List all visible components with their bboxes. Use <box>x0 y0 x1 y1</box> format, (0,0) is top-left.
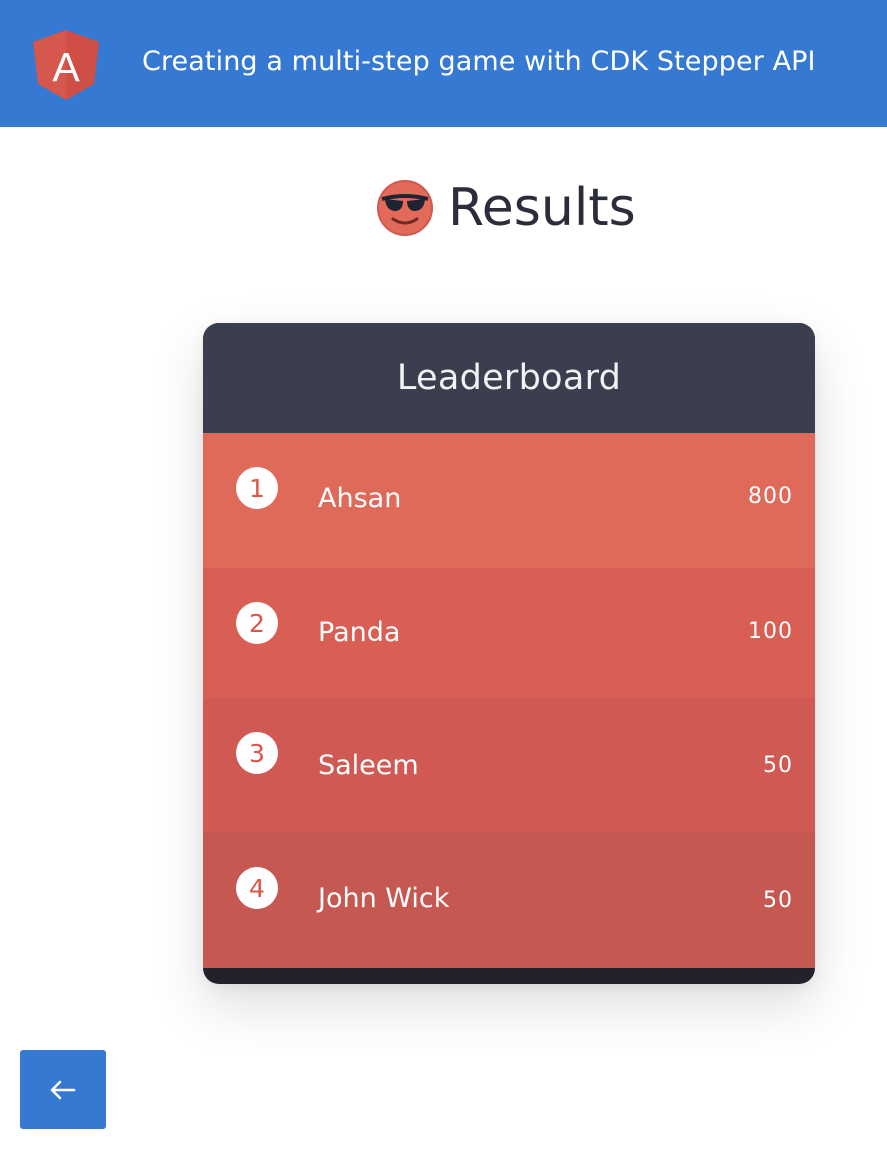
player-name: Ahsan <box>318 483 402 514</box>
rank-badge: 2 <box>236 602 278 644</box>
app-title: Creating a multi-step game with CDK Step… <box>142 46 816 77</box>
leaderboard-row: 4 John Wick 50 <box>203 833 815 968</box>
results-heading: Results <box>376 176 636 240</box>
leaderboard-row: 2 Panda 100 <box>203 568 815 698</box>
arrow-left-icon <box>50 1080 76 1099</box>
player-name: Saleem <box>318 750 419 781</box>
player-name: John Wick <box>318 883 450 914</box>
angular-logo-icon: A <box>33 30 99 100</box>
results-title: Results <box>448 178 636 238</box>
rank-badge: 1 <box>236 467 278 509</box>
leaderboard-row: 1 Ahsan 800 <box>203 433 815 568</box>
angular-logo-letter: A <box>52 44 80 90</box>
smiling-face-with-sunglasses-icon <box>377 180 433 236</box>
leaderboard-header: Leaderboard <box>203 323 815 433</box>
player-score: 800 <box>748 484 793 509</box>
app-header: A Creating a multi-step game with CDK St… <box>0 0 887 127</box>
leaderboard-row: 3 Saleem 50 <box>203 698 815 833</box>
leaderboard-card: Leaderboard 1 Ahsan 800 2 Panda 100 3 Sa… <box>203 323 815 984</box>
back-button[interactable] <box>20 1050 106 1129</box>
player-score: 100 <box>748 619 793 644</box>
player-name: Panda <box>318 617 401 648</box>
rank-badge: 3 <box>236 732 278 774</box>
player-score: 50 <box>763 753 793 778</box>
leaderboard-title: Leaderboard <box>396 358 622 398</box>
rank-badge: 4 <box>236 867 278 909</box>
player-score: 50 <box>763 888 793 913</box>
